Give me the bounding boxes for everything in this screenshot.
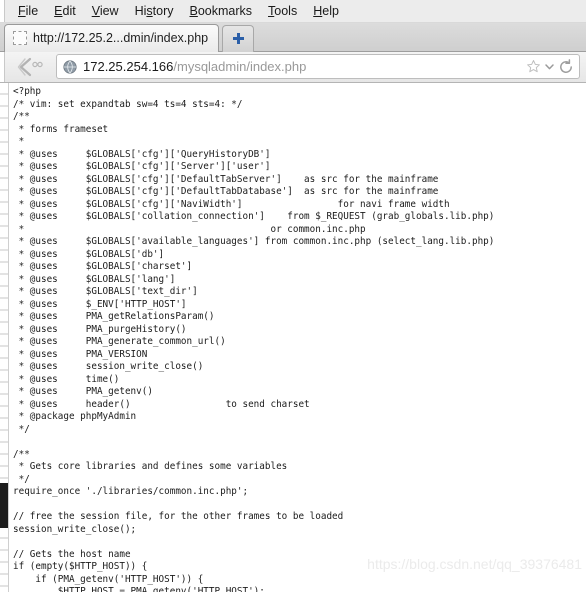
address-bar-text: 172.25.254.166/mysqladmin/index.php <box>83 59 526 74</box>
menu-item-help[interactable]: Help <box>305 2 347 20</box>
globe-icon <box>63 60 77 74</box>
star-icon[interactable] <box>526 59 541 74</box>
scrollbar-thumb[interactable] <box>0 483 8 529</box>
navigation-toolbar: 172.25.254.166/mysqladmin/index.php <box>0 51 586 84</box>
chevron-down-icon[interactable] <box>544 61 555 72</box>
menu-item-file[interactable]: File <box>10 2 46 20</box>
back-button[interactable] <box>14 52 48 82</box>
menu-item-bookmarks[interactable]: Bookmarks <box>182 2 261 20</box>
address-bar-actions <box>526 58 574 75</box>
back-arrow-icon <box>17 57 43 76</box>
new-tab-button[interactable] <box>222 24 255 52</box>
page-vertical-scrollbar[interactable] <box>0 83 9 592</box>
address-bar[interactable]: 172.25.254.166/mysqladmin/index.php <box>56 54 580 80</box>
page-content: <?php /* vim: set expandtab sw=4 ts=4 st… <box>0 83 586 592</box>
address-host: 172.25.254.166 <box>83 59 174 75</box>
menu-item-edit[interactable]: Edit <box>46 2 84 20</box>
address-path: /mysqladmin/index.php <box>173 59 307 75</box>
menu-bar: File Edit View History Bookmarks Tools H… <box>0 0 586 23</box>
browser-tab[interactable]: http://172.25.2...dmin/index.php <box>4 23 220 52</box>
menu-item-tools[interactable]: Tools <box>260 2 305 20</box>
reload-icon[interactable] <box>558 58 574 75</box>
source-code-viewport: <?php /* vim: set expandtab sw=4 ts=4 st… <box>9 83 586 592</box>
menu-item-view[interactable]: View <box>84 2 127 20</box>
menu-item-history[interactable]: History <box>127 2 182 20</box>
browser-window: File Edit View History Bookmarks Tools H… <box>0 0 586 592</box>
tab-title: http://172.25.2...dmin/index.php <box>33 31 209 45</box>
plus-icon <box>232 33 244 44</box>
blank-favicon-icon <box>13 31 27 45</box>
tab-strip: http://172.25.2...dmin/index.php <box>0 22 586 52</box>
php-source-code: <?php /* vim: set expandtab sw=4 ts=4 st… <box>13 86 495 592</box>
